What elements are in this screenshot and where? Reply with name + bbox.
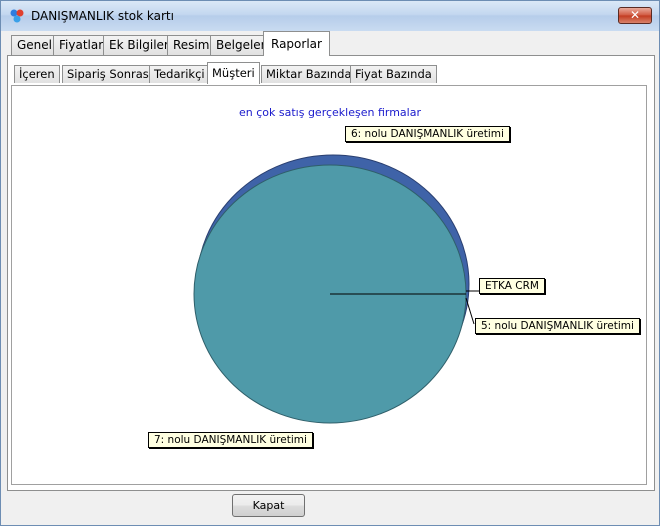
main-tab-row: Genel Fiyatlar Ek Bilgileri Resim Belgel… xyxy=(8,31,654,56)
leader-line-5-nolu xyxy=(465,297,475,325)
customer-pie-chart: en çok satış gerçekleşen firmalar 6: nol… xyxy=(11,85,647,485)
close-window-button[interactable]: ✕ xyxy=(618,7,652,24)
sub-tab-row: İçeren Sipariş Sonrası Tedarikçi Müşteri… xyxy=(11,62,647,86)
close-button[interactable]: Kapat xyxy=(232,494,305,517)
tab-genel[interactable]: Genel xyxy=(11,35,59,55)
window-title: DANIŞMANLIK stok kartı xyxy=(31,9,174,23)
label-etka-crm: ETKA CRM xyxy=(479,278,545,294)
tab-iceren[interactable]: İçeren xyxy=(14,65,60,83)
tab-resim[interactable]: Resim xyxy=(167,35,216,55)
label-6-nolu: 6: nolu DANIŞMANLIK üretimi xyxy=(345,126,510,142)
tab-fiyat-bazinda[interactable]: Fiyat Bazında xyxy=(350,65,437,83)
stock-card-window: DANIŞMANLIK stok kartı ✕ Genel Fiyatlar … xyxy=(0,0,660,526)
label-7-nolu: 7: nolu DANIŞMANLIK üretimi xyxy=(148,432,313,448)
title-bar[interactable]: DANIŞMANLIK stok kartı ✕ xyxy=(1,1,659,31)
tab-siparis-sonrasi[interactable]: Sipariş Sonrası xyxy=(62,65,157,83)
tab-musteri[interactable]: Müşteri xyxy=(207,62,260,84)
tab-fiyatlar[interactable]: Fiyatlar xyxy=(53,35,110,55)
tab-raporlar[interactable]: Raporlar xyxy=(263,31,330,56)
label-5-nolu: 5: nolu DANIŞMANLIK üretimi xyxy=(475,318,640,334)
tab-miktar-bazinda[interactable]: Miktar Bazında xyxy=(261,65,357,83)
tab-tedarikci[interactable]: Tedarikçi xyxy=(149,65,210,83)
pie-svg xyxy=(193,154,479,424)
app-logo-icon xyxy=(10,9,24,23)
